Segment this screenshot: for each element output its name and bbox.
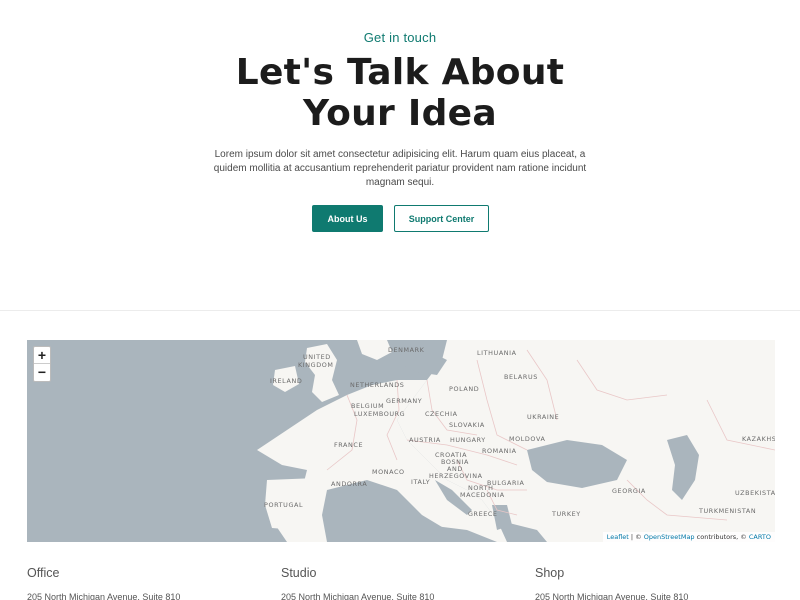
intro-paragraph: Lorem ipsum dolor sit amet consectetur a… — [213, 149, 587, 188]
about-us-button[interactable]: About Us — [312, 205, 383, 232]
map-label-luxembourg: LUXEMBOURG — [354, 410, 406, 418]
map-label-denmark: DENMARK — [388, 346, 425, 354]
section-divider — [0, 310, 800, 311]
map-label-moldova: MOLDOVA — [509, 435, 546, 443]
location-title: Studio — [281, 566, 317, 580]
map-label-georgia: GEORGIA — [612, 487, 646, 495]
osm-link[interactable]: OpenStreetMap — [644, 533, 695, 541]
headline-line-1: Let's Talk About — [235, 52, 565, 93]
map-label-greece: GREECE — [468, 510, 498, 518]
map-label-hungary: HUNGARY — [450, 436, 486, 444]
map-label-ireland: IRELAND — [270, 377, 303, 385]
location-title: Office — [27, 566, 60, 580]
map-label-germany: GERMANY — [386, 397, 423, 405]
map-label-austria: AUSTRIA — [409, 436, 441, 444]
map-label-italy: ITALY — [411, 478, 431, 486]
attribution-mid: contributors, © — [694, 533, 749, 541]
map-label-portugal: PORTUGAL — [264, 501, 304, 509]
zoom-in-button[interactable]: + — [34, 347, 50, 364]
attribution-sep: | © — [628, 533, 644, 541]
map-label-bosnia-3: HERZEGOVINA — [429, 472, 483, 480]
map-label-turkey: TURKEY — [552, 510, 581, 518]
location-address: 205 North Michigan Avenue, Suite 810 — [535, 592, 689, 600]
map-label-poland: POLAND — [449, 385, 480, 393]
map-label-turkmenistan: TURKMENISTAN — [699, 507, 757, 515]
map-label-czechia: CZECHIA — [425, 410, 458, 418]
headline-prefix: Your — [303, 93, 408, 134]
map-label-romania: ROMANIA — [482, 447, 517, 455]
map-attribution: Leaflet | © OpenStreetMap contributors, … — [602, 532, 775, 542]
map-label-monaco: MONACO — [372, 468, 405, 476]
map-label-slovakia: SLOVAKIA — [449, 421, 485, 429]
leaflet-link[interactable]: Leaflet — [607, 533, 629, 541]
map-label-belarus: BELARUS — [504, 373, 538, 381]
map-label-france: FRANCE — [334, 441, 364, 449]
map-label-netherlands: NETHERLANDS — [350, 381, 405, 389]
map-label-ukraine: UKRAINE — [527, 413, 560, 421]
carto-link[interactable]: CARTO — [749, 533, 771, 541]
map-label-north-macedonia-2: MACEDONIA — [460, 491, 505, 499]
map-label-uk-1: UNITED — [303, 353, 331, 361]
map-widget[interactable]: + − UNITED KINGDOM IRELAND DENMARK LITHU… — [27, 340, 775, 542]
location-address: 205 North Michigan Avenue, Suite 810 — [281, 592, 435, 600]
map-label-andorra: ANDORRA — [331, 480, 368, 488]
location-studio: Studio 205 North Michigan Avenue, Suite … — [281, 566, 434, 600]
map-label-uzbekistan: UZBEKISTA — [735, 489, 775, 497]
page-title: Let's Talk About Your Idea — [0, 52, 800, 134]
headline-highlight-text: Idea — [407, 93, 497, 134]
map-label-belgium: BELGIUM — [351, 402, 385, 410]
location-office: Office 205 North Michigan Avenue, Suite … — [27, 566, 180, 600]
headline-highlight: Idea — [405, 93, 501, 134]
map-label-uk-2: KINGDOM — [298, 361, 334, 369]
map-tiles — [27, 340, 775, 542]
location-address: 205 North Michigan Avenue, Suite 810 — [27, 592, 181, 600]
eyebrow-text: Get in touch — [363, 30, 437, 45]
map-label-lithuania: LITHUANIA — [477, 349, 517, 357]
zoom-control: + − — [33, 346, 51, 382]
headline-line-2: Your Idea — [0, 93, 800, 134]
location-shop: Shop 205 North Michigan Avenue, Suite 81… — [535, 566, 688, 600]
hero-section: Get in touch Let's Talk About Your Idea … — [0, 0, 800, 310]
map-label-kazakhstan: KAZAKHS — [742, 435, 775, 443]
support-center-button[interactable]: Support Center — [394, 205, 489, 232]
zoom-out-button[interactable]: − — [34, 364, 50, 381]
location-title: Shop — [535, 566, 565, 580]
